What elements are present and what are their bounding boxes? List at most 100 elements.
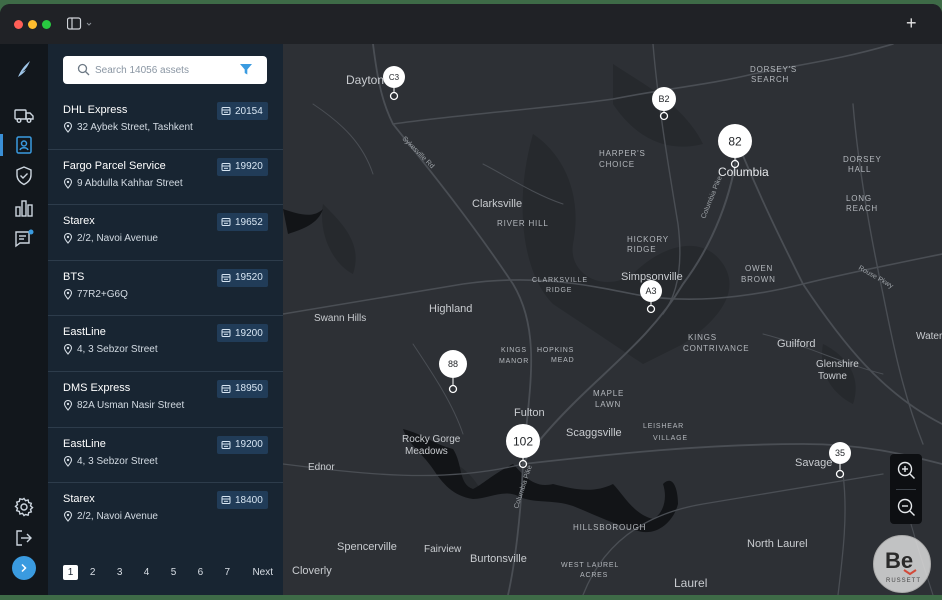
filter-icon[interactable] (239, 63, 253, 76)
map-view[interactable]: Dayton DORSEY'S SEARCH HARPER'S CHOICE Columb… (283, 44, 942, 595)
asset-id: 19520 (235, 272, 263, 284)
behance-russett-watermark: Be RUSSETT (873, 535, 931, 593)
location-pin-icon (63, 288, 73, 300)
page-2-button[interactable]: 2 (87, 567, 114, 578)
id-card-icon (221, 107, 231, 115)
cluster-marker-label: 88 (448, 359, 458, 369)
asset-id: 19652 (235, 216, 263, 228)
map-place-label: Water (916, 331, 942, 342)
map-canvas[interactable]: Dayton DORSEY'SSEARCH HARPER'S CHOICE Columb… (283, 44, 942, 595)
asset-list-panel: DHL Express 32 Aybek Street, Tashkent 20… (48, 44, 283, 595)
next-page-button[interactable]: Next (252, 567, 273, 578)
map-place-label: BROWN (741, 275, 776, 284)
map-place-label: OWEN (745, 264, 773, 273)
map-place-label: Fairview (424, 544, 462, 555)
asset-list-item[interactable]: Starex 2/2, Navoi Avenue 19652 (48, 205, 283, 261)
location-pin-icon (63, 511, 73, 523)
map-place-label: Dayton (346, 73, 384, 87)
zoom-out-button[interactable] (896, 497, 916, 517)
map-place-label: CLARKSVILLE (532, 277, 588, 284)
map-place-label: CHOICE (599, 160, 635, 169)
asset-address: 9 Abdulla Kahhar Street (63, 177, 183, 189)
asset-list-item[interactable]: BTS 77R2+G6Q 19520 (48, 261, 283, 317)
close-window-button[interactable] (14, 20, 23, 29)
zoom-divider (896, 489, 916, 490)
page-7-button[interactable]: 7 (222, 567, 249, 578)
search-input[interactable] (95, 56, 235, 84)
map-place-label: Towne (818, 371, 847, 382)
new-tab-button[interactable]: + (906, 13, 917, 33)
asset-id-badge: 19200 (217, 435, 268, 454)
asset-address: 2/2, Navoi Avenue (63, 511, 158, 522)
map-place-label: HOPKINS (537, 347, 574, 354)
map-place-label: Scaggsville (566, 427, 622, 439)
asset-list-item[interactable]: EastLine 4, 3 Sebzor Street 19200 (48, 316, 283, 372)
analytics-icon[interactable] (13, 197, 35, 219)
page-3-button[interactable]: 3 (114, 567, 141, 578)
maximize-window-button[interactable] (42, 20, 51, 29)
cluster-marker[interactable]: 82 (718, 124, 752, 169)
asset-address: 82A Usman Nasir Street (63, 399, 184, 411)
location-pin-icon (63, 399, 73, 411)
map-place-label: ACRES (580, 572, 608, 579)
cluster-marker-label: B2 (658, 94, 669, 104)
asset-id-badge: 19652 (217, 213, 268, 232)
map-place-label: RIDGE (546, 287, 572, 294)
map-place-label: Columbia Pike (700, 175, 723, 220)
map-place-label: RIVER HILL (497, 219, 549, 228)
map-place-label: LEISHEAR (643, 423, 684, 430)
id-card-icon (221, 273, 231, 282)
page-4-button[interactable]: 4 (141, 567, 168, 578)
shield-check-icon[interactable] (13, 165, 35, 187)
asset-name: EastLine (63, 437, 106, 450)
cluster-marker-pin (389, 91, 399, 101)
asset-address-text: 4, 3 Sebzor Street (77, 455, 158, 467)
map-place-label: HARPER'S (599, 149, 646, 158)
asset-address: 77R2+G6Q (63, 288, 128, 300)
cluster-marker[interactable]: 88 (439, 350, 467, 394)
cluster-marker[interactable]: 102 (506, 424, 540, 469)
sidebar-toggle-icon[interactable] (66, 17, 93, 36)
title-bar: + (0, 4, 942, 45)
asset-name: Starex (63, 493, 95, 506)
asset-id: 20154 (235, 105, 263, 117)
id-card-icon (221, 440, 231, 449)
asset-id: 19920 (235, 161, 263, 173)
minimize-window-button[interactable] (28, 20, 37, 29)
expand-panel-button[interactable] (12, 556, 36, 580)
cluster-marker-label: 102 (513, 434, 533, 448)
asset-list-item[interactable]: Starex 2/2, Navoi Avenue 18400 (48, 483, 283, 539)
zoom-in-button[interactable] (896, 460, 916, 480)
cluster-marker[interactable]: 35 (829, 442, 851, 479)
messages-icon[interactable] (13, 228, 35, 250)
truck-icon[interactable] (13, 104, 35, 126)
cluster-marker[interactable]: C3 (383, 66, 405, 101)
zoom-controls (890, 454, 922, 524)
page-5-button[interactable]: 5 (168, 567, 195, 578)
asset-list-item[interactable]: DMS Express 82A Usman Nasir Street 18950 (48, 372, 283, 428)
search-box[interactable] (63, 56, 267, 84)
asset-list-item[interactable]: EastLine 4, 3 Sebzor Street 19200 (48, 428, 283, 484)
map-place-label: Rouse Pkwy (857, 265, 895, 291)
settings-gear-icon[interactable] (13, 496, 35, 518)
map-place-label: MANOR (499, 358, 529, 365)
id-card-icon (221, 496, 231, 505)
asset-address-text: 2/2, Navoi Avenue (77, 511, 158, 523)
asset-address: 2/2, Navoi Avenue (63, 233, 158, 244)
chevron-right-icon (21, 563, 27, 573)
watermark-letters: Be (885, 548, 913, 573)
map-place-label: Fulton (514, 407, 545, 419)
asset-name: DMS Express (63, 381, 131, 394)
nav-rail (0, 44, 48, 595)
page-1-button[interactable]: 1 (63, 564, 87, 580)
asset-id: 19200 (235, 439, 263, 451)
asset-list-item[interactable]: DHL Express 32 Aybek Street, Tashkent 20… (48, 94, 283, 150)
logout-icon[interactable] (13, 527, 35, 549)
logo-icon[interactable] (13, 58, 35, 80)
asset-list-item[interactable]: Fargo Parcel Service 9 Abdulla Kahhar St… (48, 150, 283, 206)
page-6-button[interactable]: 6 (195, 567, 222, 578)
contacts-icon[interactable] (13, 134, 35, 156)
asset-id-badge: 18950 (217, 379, 268, 398)
map-place-label: Clarksville (472, 198, 522, 210)
location-pin-icon (63, 455, 73, 467)
